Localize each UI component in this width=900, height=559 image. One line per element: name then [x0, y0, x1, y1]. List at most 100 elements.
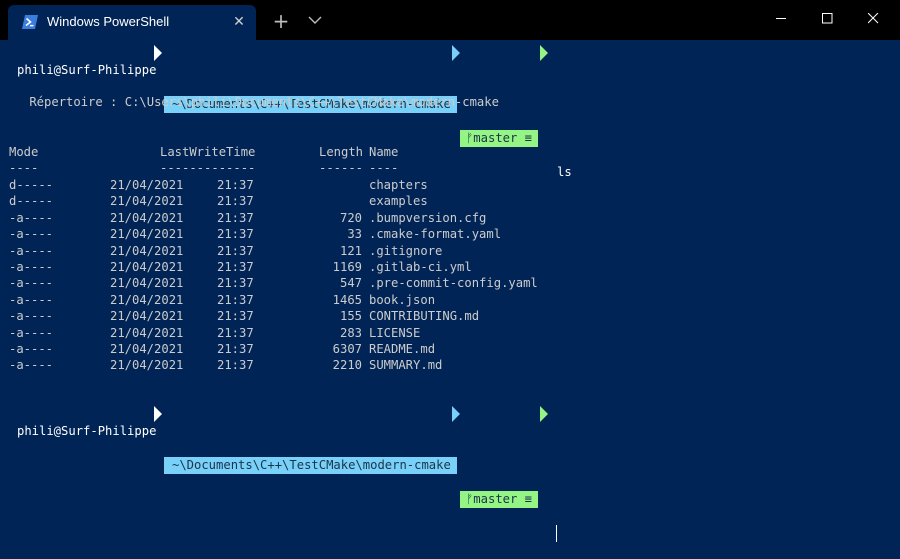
row-length: 33 — [347, 227, 362, 242]
table-row: d----- 21/04/2021 21:37 chapters — [0, 177, 900, 194]
minimize-button[interactable] — [758, 0, 806, 38]
row-mode: -a---- — [9, 210, 54, 225]
row-name: LICENSE — [369, 325, 421, 340]
text-cursor[interactable] — [556, 525, 557, 542]
table-row: -a---- 21/04/2021 21:37 1169 .gitlab-ci.yml — [0, 259, 900, 276]
table-row: -a---- 21/04/2021 21:37 33 .cmake-format.yam… — [0, 226, 900, 243]
row-mode: d----- — [9, 178, 54, 192]
prompt-separator-icon — [154, 45, 162, 61]
row-time: 21:37 — [217, 260, 254, 274]
table-row: -a---- 21/04/2021 21:37 6307 README.md — [0, 341, 900, 358]
row-mode: -a---- — [9, 276, 54, 291]
row-mode: -a---- — [9, 243, 54, 258]
row-name: chapters — [369, 178, 428, 192]
table-header-underline: ---- ------------- ------ ---- — [0, 160, 900, 177]
table-row: -a---- 21/04/2021 21:37 121 .gitignore — [0, 243, 900, 260]
underline-lastwritetime: ------------- — [160, 161, 256, 175]
row-length: 547 — [339, 276, 362, 291]
row-name: README.md — [369, 342, 436, 356]
header-name: Name — [369, 145, 399, 159]
prompt-separator-icon — [540, 45, 548, 61]
directory-line: Répertoire : C:\Users\phili\Documents\C+… — [0, 95, 499, 109]
minimize-icon — [776, 18, 786, 19]
row-length: 121 — [339, 243, 362, 258]
row-name: .gitlab-ci.yml — [369, 260, 472, 274]
terminal-output[interactable]: phili@Surf-Philippe ~\Documents\C++\Test… — [0, 40, 900, 548]
row-time: 21:37 — [217, 309, 254, 324]
row-time: 21:37 — [217, 325, 254, 340]
row-name: book.json — [369, 292, 436, 307]
row-mode: -a---- — [9, 342, 54, 356]
row-mode: -a---- — [9, 260, 54, 274]
tab-windows-powershell[interactable]: Windows PowerShell ✕ — [8, 5, 256, 40]
row-time: 21:37 — [217, 276, 254, 291]
row-name: examples — [369, 194, 428, 209]
row-mode: -a---- — [9, 292, 54, 307]
prompt-user: phili@Surf-Philippe — [17, 63, 157, 77]
row-date: 21/04/2021 — [110, 276, 184, 291]
prompt-line: phili@Surf-Philippe ~\Documents\C++\Test… — [0, 45, 900, 179]
underline-name: ---- — [369, 161, 399, 175]
row-time: 21:37 — [217, 358, 254, 373]
prompt-user: phili@Surf-Philippe — [17, 424, 157, 438]
header-length: Length — [319, 145, 364, 159]
table-row: -a---- 21/04/2021 21:37 1465 book.json — [0, 292, 900, 309]
row-date: 21/04/2021 — [110, 292, 184, 307]
row-date: 21/04/2021 — [110, 227, 184, 242]
prompt-separator-icon — [452, 406, 460, 422]
row-date: 21/04/2021 — [110, 260, 184, 274]
row-date: 21/04/2021 — [110, 178, 184, 192]
tab-title: Windows PowerShell — [47, 14, 170, 29]
row-length: 1465 — [332, 292, 362, 307]
row-date: 21/04/2021 — [110, 243, 184, 258]
row-mode: d----- — [9, 194, 54, 209]
title-bar: Windows PowerShell ✕ + — [0, 0, 900, 40]
row-length: 2210 — [332, 358, 362, 373]
table-row: -a---- 21/04/2021 21:37 547 .pre-commit-conf… — [0, 275, 900, 292]
prompt-git-branch: ᚠmaster ≡ — [460, 491, 539, 508]
table-row: d----- 21/04/2021 21:37 examples — [0, 193, 900, 210]
row-name: .cmake-format.yaml — [369, 227, 502, 242]
maximize-button[interactable] — [804, 0, 852, 38]
new-tab-button[interactable]: + — [270, 10, 292, 32]
row-length: 6307 — [332, 342, 362, 356]
row-name: .bumpversion.cfg — [369, 210, 487, 225]
close-icon — [868, 13, 879, 24]
row-name: .gitignore — [369, 243, 443, 258]
table-row: -a---- 21/04/2021 21:37 283 LICENSE — [0, 325, 900, 342]
row-mode: -a---- — [9, 325, 54, 340]
row-name: .pre-commit-config.yaml — [369, 276, 538, 291]
tab-close-button[interactable]: ✕ — [229, 12, 249, 32]
row-date: 21/04/2021 — [110, 325, 184, 340]
row-time: 21:37 — [217, 243, 254, 258]
row-mode: -a---- — [9, 358, 54, 373]
chevron-down-icon[interactable] — [305, 12, 325, 30]
prompt-separator-icon — [540, 406, 548, 422]
prompt-separator-icon — [154, 406, 162, 422]
table-header: Mode LastWriteTime Length Name — [0, 144, 900, 161]
maximize-icon — [822, 13, 833, 24]
underline-length: ------ — [319, 161, 364, 175]
close-window-button[interactable] — [850, 0, 898, 38]
row-mode: -a---- — [9, 309, 54, 324]
prompt-line: phili@Surf-Philippe ~\Documents\C++\Test… — [0, 406, 900, 542]
row-date: 21/04/2021 — [110, 210, 184, 225]
row-length: 283 — [339, 325, 362, 340]
row-time: 21:37 — [217, 342, 254, 356]
row-time: 21:37 — [217, 178, 254, 192]
powershell-icon — [22, 15, 38, 29]
row-date: 21/04/2021 — [110, 342, 184, 356]
table-row: -a---- 21/04/2021 21:37 720 .bumpversion.cfg — [0, 210, 900, 227]
row-date: 21/04/2021 — [110, 309, 184, 324]
row-date: 21/04/2021 — [110, 194, 184, 209]
row-length: 155 — [339, 309, 362, 324]
row-name: CONTRIBUTING.md — [369, 309, 480, 324]
row-mode: -a---- — [9, 227, 54, 242]
header-mode: Mode — [9, 145, 39, 159]
table-row: -a---- 21/04/2021 21:37 2210 SUMMARY.md — [0, 357, 900, 374]
row-name: SUMMARY.md — [369, 358, 443, 373]
row-time: 21:37 — [217, 194, 254, 209]
table-row: -a---- 21/04/2021 21:37 155 CONTRIBUTING.md — [0, 308, 900, 325]
row-date: 21/04/2021 — [110, 358, 184, 373]
row-time: 21:37 — [217, 292, 254, 307]
